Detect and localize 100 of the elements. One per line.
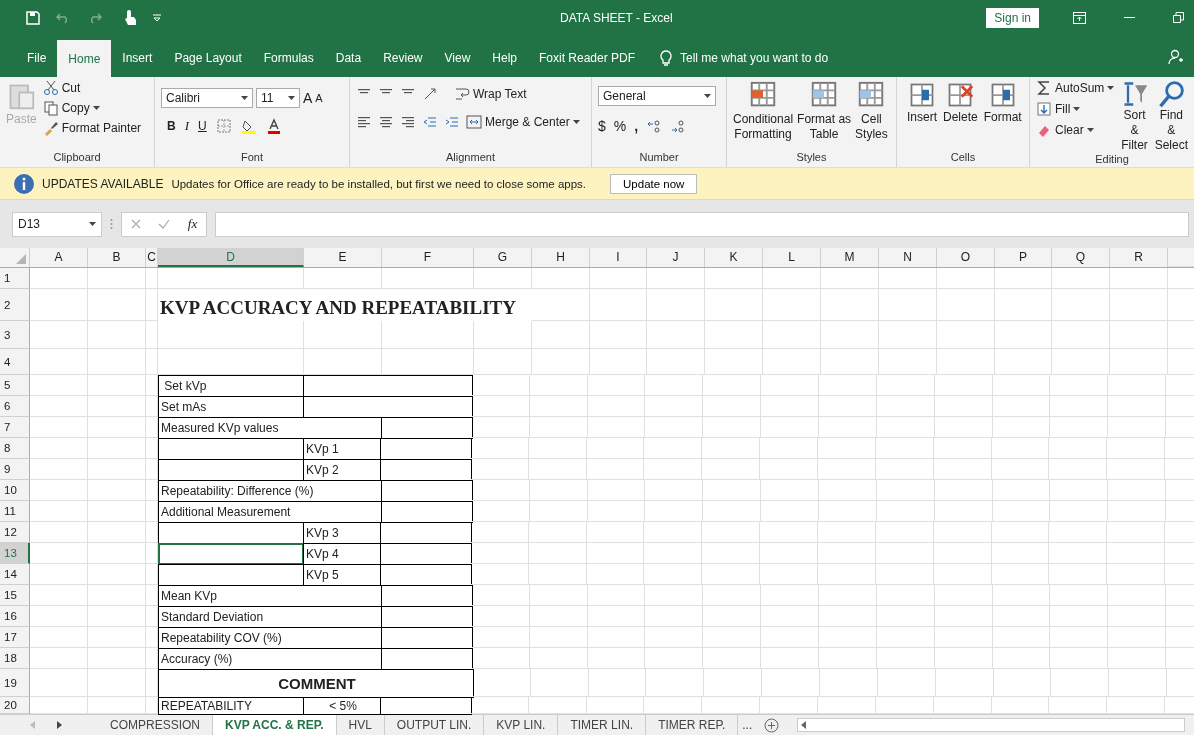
share-person-icon[interactable]: [1168, 49, 1184, 65]
add-sheet-icon[interactable]: [764, 717, 780, 733]
grid-cell[interactable]: [761, 480, 819, 501]
grid-cell[interactable]: [646, 669, 704, 697]
grid-cell[interactable]: [30, 321, 88, 349]
grid-cell[interactable]: [1050, 417, 1108, 438]
grid-cell[interactable]: [879, 349, 937, 375]
row-header[interactable]: 12: [0, 522, 30, 543]
grid-cell[interactable]: [472, 585, 530, 606]
grid-cell[interactable]: [590, 268, 647, 289]
grid-cell[interactable]: [876, 543, 934, 564]
row-header[interactable]: 13: [0, 543, 30, 564]
grid-cell[interactable]: [704, 669, 762, 697]
grid-cell[interactable]: [529, 522, 587, 543]
checkmark-icon[interactable]: [158, 219, 171, 229]
grid-cell[interactable]: [702, 564, 760, 585]
menu-tab[interactable]: Help: [481, 42, 528, 73]
grid-cell[interactable]: [529, 438, 587, 459]
grid-cell[interactable]: [645, 627, 703, 648]
column-header[interactable]: N: [879, 248, 937, 267]
select-all-corner-icon[interactable]: [16, 254, 26, 264]
grid-cell[interactable]: [877, 606, 935, 627]
column-header[interactable]: B: [88, 248, 146, 267]
fill-bucket-icon[interactable]: [240, 118, 257, 134]
grid-cell[interactable]: [146, 459, 158, 480]
row-header[interactable]: 16: [0, 606, 30, 627]
grid-cell[interactable]: [146, 564, 158, 585]
grid-cell[interactable]: [760, 543, 818, 564]
grid-cell[interactable]: [879, 321, 937, 349]
grid-cell[interactable]: [877, 417, 935, 438]
styles-button[interactable]: Format as Table: [797, 112, 852, 142]
grid-cell[interactable]: [703, 606, 761, 627]
dropdown-caret-icon[interactable]: [92, 105, 100, 111]
grid-cell[interactable]: [146, 522, 158, 543]
grid-cell[interactable]: [472, 480, 530, 501]
decrease-indent-icon[interactable]: [422, 114, 438, 130]
grid-cell[interactable]: [645, 375, 703, 396]
grid-cell[interactable]: [993, 396, 1050, 417]
grid-cell[interactable]: [30, 289, 88, 321]
grid-cell[interactable]: [530, 375, 588, 396]
grid-cell[interactable]: [471, 459, 529, 480]
grid-cell[interactable]: [1049, 564, 1107, 585]
grid-cell[interactable]: [1109, 669, 1167, 697]
grid-cell[interactable]: [88, 480, 146, 501]
grid-cell[interactable]: [934, 459, 992, 480]
grid-cell[interactable]: [937, 321, 995, 349]
grid-cell[interactable]: [1049, 543, 1107, 564]
grid-cell[interactable]: [471, 543, 529, 564]
customize-toolbar-icon[interactable]: [152, 13, 162, 22]
table-cell[interactable]: COMMENT: [158, 669, 474, 698]
grid-cell[interactable]: [647, 289, 705, 321]
grid-cell[interactable]: [821, 289, 879, 321]
grid-cell[interactable]: [587, 438, 644, 459]
grid-cell[interactable]: [587, 564, 644, 585]
grid-cell[interactable]: [877, 648, 935, 669]
horizontal-scrollbar[interactable]: [797, 718, 1185, 732]
grid-cell[interactable]: [935, 501, 993, 522]
grid-cell[interactable]: [644, 564, 702, 585]
grid-cell[interactable]: [995, 349, 1052, 375]
column-header[interactable]: L: [763, 248, 821, 267]
row-header[interactable]: 17: [0, 627, 30, 648]
table-cell[interactable]: [158, 564, 304, 586]
grid-cell[interactable]: [935, 396, 993, 417]
grid-cell[interactable]: [1108, 585, 1166, 606]
row-header[interactable]: 4: [0, 349, 30, 375]
sheet-tab[interactable]: OUTPUT LIN.: [384, 715, 485, 735]
grid-cell[interactable]: [993, 585, 1050, 606]
grid-cell[interactable]: [995, 321, 1052, 349]
column-header[interactable]: J: [647, 248, 705, 267]
grid-cell[interactable]: [30, 459, 88, 480]
grid-cell[interactable]: [819, 606, 877, 627]
grid-cell[interactable]: [471, 522, 529, 543]
grid-cell[interactable]: [1050, 627, 1108, 648]
grid-cell[interactable]: [588, 501, 645, 522]
grid-cell[interactable]: [472, 396, 530, 417]
grid-cell[interactable]: [993, 606, 1050, 627]
grid-cell[interactable]: [761, 417, 819, 438]
grid-cell[interactable]: [763, 349, 821, 375]
decrease-decimal-icon[interactable]: [670, 118, 687, 134]
grid-cell[interactable]: [763, 321, 821, 349]
grid-cell[interactable]: [88, 522, 146, 543]
row-header[interactable]: 6: [0, 396, 30, 417]
grid-cell[interactable]: [88, 648, 146, 669]
grid-cell[interactable]: [935, 606, 993, 627]
grid-cell[interactable]: [382, 268, 474, 289]
grid-cell[interactable]: [644, 522, 702, 543]
currency-button[interactable]: $: [598, 118, 606, 134]
grid-cell[interactable]: [820, 669, 878, 697]
grid-cell[interactable]: [937, 289, 995, 321]
grid-cell[interactable]: [30, 606, 88, 627]
grid-cell[interactable]: [530, 480, 588, 501]
grid-cell[interactable]: [88, 585, 146, 606]
increase-indent-icon[interactable]: [444, 114, 460, 130]
sheet-tab[interactable]: KVP LIN.: [484, 715, 559, 735]
grid-cell[interactable]: [146, 585, 158, 606]
grid-cell[interactable]: [88, 417, 146, 438]
more-options-icon[interactable]: [110, 218, 113, 230]
grid-cell[interactable]: [1108, 396, 1166, 417]
grid-cell[interactable]: [1108, 606, 1166, 627]
grid-cell[interactable]: [1110, 268, 1168, 289]
